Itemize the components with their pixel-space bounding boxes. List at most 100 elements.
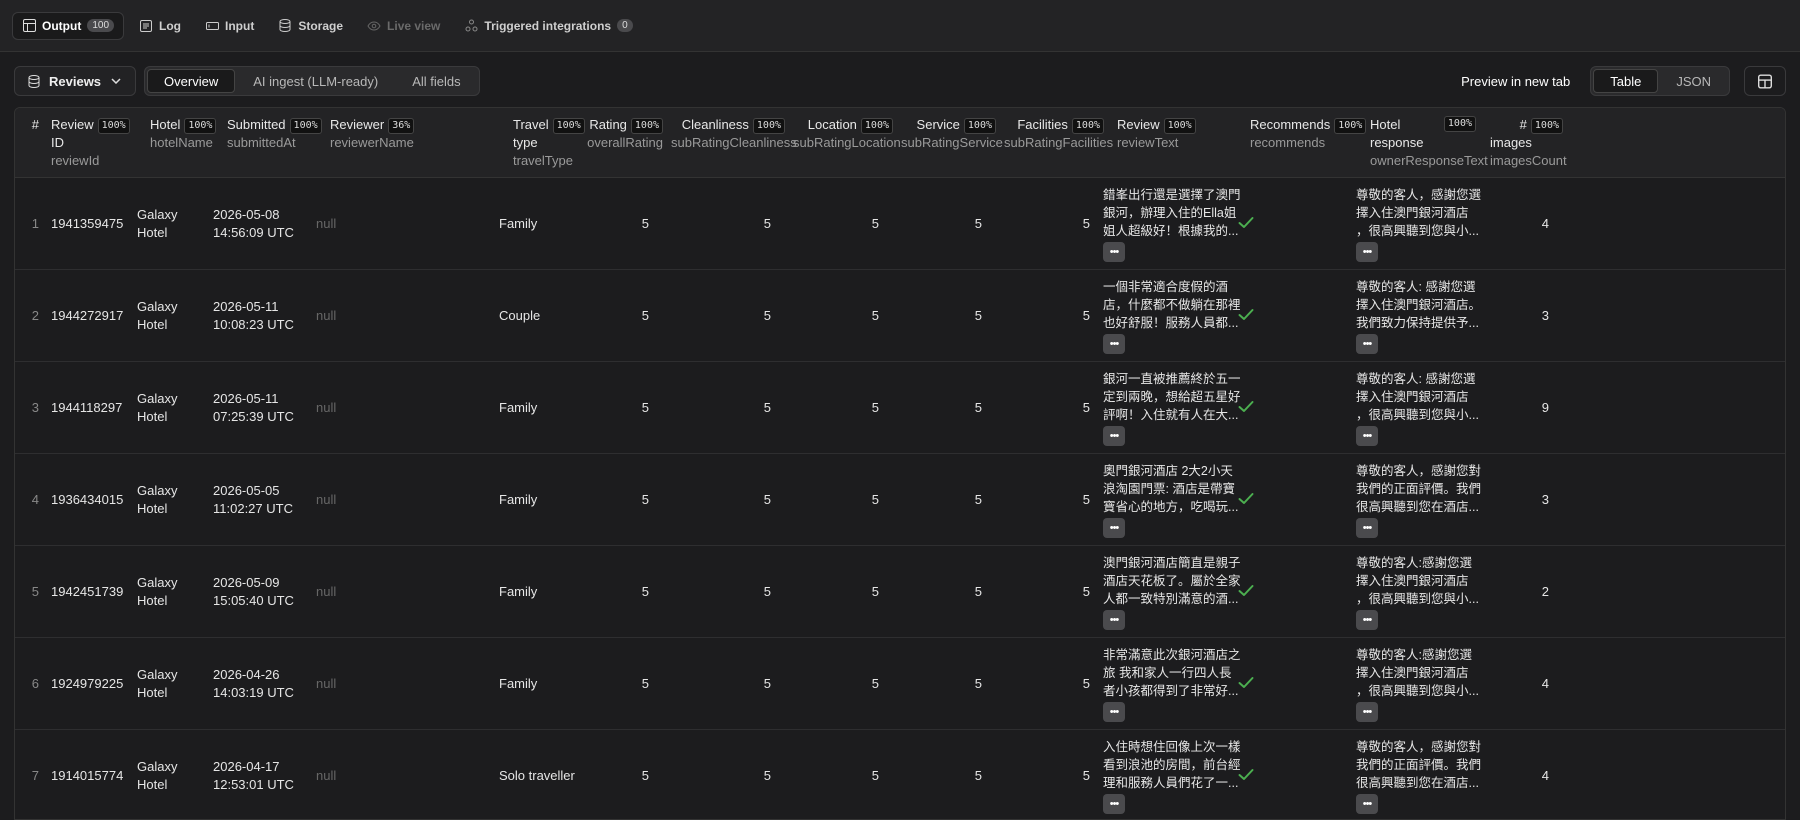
images-count: 4 [1541,767,1549,783]
column-header-reviewer[interactable]: Reviewer 36% reviewerName [330,116,415,152]
column-header-service[interactable]: Service 100% subRatingService [901,116,1003,152]
tab-storage-label: Storage [298,18,344,33]
column-header-travel-type[interactable]: Travel 100% type travelType [513,116,585,170]
tab-input[interactable]: Input [196,12,263,40]
reviewer-name: null [316,583,337,599]
images-count: 9 [1541,399,1549,415]
tab-log-label: Log [159,18,182,33]
row-index: 6 [31,675,39,691]
tab-log[interactable]: Log [130,12,190,40]
location-rating: 5 [871,307,879,323]
table-row[interactable]: 1 1941359475 Galaxy Hotel 2026-05-08 14:56:09… [15,178,1785,270]
expand-more-button[interactable]: ••• [1103,334,1125,354]
column-header-submitted[interactable]: Submitted 100% submittedAt [227,116,322,152]
expand-more-button[interactable]: ••• [1356,702,1378,722]
images-count: 4 [1541,675,1549,691]
table-row[interactable]: 2 1944272917 Galaxy Hotel 2026-05-11 10:08:23… [15,270,1785,362]
column-header-index[interactable]: # [23,116,39,134]
facilities-rating: 5 [1082,491,1090,507]
recommends-check-icon [1238,676,1254,691]
cleanliness-rating: 5 [763,583,771,599]
location-rating: 5 [871,491,879,507]
location-rating: 5 [871,399,879,415]
service-rating: 5 [974,215,982,231]
view-ai-ingest[interactable]: AI ingest (LLM-ready) [237,69,394,93]
hotel-response: 尊敬的客人，感謝您對 我們的正面評價。我們 很高興聽到您在酒店... ••• [1356,738,1496,814]
table-row[interactable]: 4 1936434015 Galaxy Hotel 2026-05-05 11:02:27… [15,454,1785,546]
travel-type: Family [499,675,538,691]
travel-type: Solo traveller [499,767,575,783]
service-rating: 5 [974,307,982,323]
more-icon: ••• [1109,430,1120,442]
tab-output[interactable]: Output 100 [12,11,125,40]
storage-icon [278,19,292,33]
view-toolbar: Reviews Overview AI ingest (LLM-ready) A… [0,52,1800,110]
service-rating: 5 [974,583,982,599]
view-overview[interactable]: Overview [147,69,236,93]
more-icon: ••• [1362,246,1373,258]
tab-triggered-integrations-label: Triggered integrations [484,18,612,33]
view-all-fields[interactable]: All fields [396,69,476,93]
review-text: 一個非常適合度假的酒 店，什麼都不做躺在那裡 也好舒服！服務人員都... ••• [1103,278,1243,354]
column-header-hotel-response[interactable]: Hotel 100% response ownerResponseText [1370,116,1488,170]
tab-live-view[interactable]: Live view [358,12,449,40]
more-icon: ••• [1362,430,1373,442]
reviewer-name: null [316,767,337,783]
expand-more-button[interactable]: ••• [1356,794,1378,814]
format-table[interactable]: Table [1593,69,1659,93]
format-json[interactable]: JSON [1660,69,1727,93]
tab-storage[interactable]: Storage [269,12,352,40]
expand-more-button[interactable]: ••• [1356,334,1378,354]
column-header-facilities[interactable]: Facilities 100% subRatingFacilities [1004,116,1113,152]
column-header-review-text[interactable]: Review 100% reviewText [1117,116,1196,152]
table-row[interactable]: 7 1914015774 Galaxy Hotel 2026-04-17 12:53:01… [15,730,1785,819]
tab-triggered-integrations[interactable]: Triggered integrations 0 [455,12,641,40]
expand-more-button[interactable]: ••• [1103,610,1125,630]
integration-icon [464,19,478,33]
table-row[interactable]: 5 1942451739 Galaxy Hotel 2026-05-09 15:05:40… [15,546,1785,638]
column-header-rating[interactable]: Rating 100% overallRating [579,116,663,152]
more-icon: ••• [1109,338,1120,350]
submitted-at: 2026-05-11 10:08:23 UTC [213,298,294,332]
reviewer-name: null [316,675,337,691]
table-row[interactable]: 6 1924979225 Galaxy Hotel 2026-04-26 14:03:19… [15,638,1785,730]
expand-more-button[interactable]: ••• [1103,518,1125,538]
expand-more-button[interactable]: ••• [1103,794,1125,814]
table-header: # Review 100% ID reviewId Hotel 100% hotelNam… [15,108,1785,178]
top-tab-bar: Output 100 Log Input Storage Live view T… [0,0,1800,52]
service-rating: 5 [974,491,982,507]
hotel-name: Galaxy Hotel [137,574,178,608]
expand-more-button[interactable]: ••• [1103,702,1125,722]
location-rating: 5 [871,583,879,599]
tab-input-label: Input [225,18,255,33]
column-header-recommends[interactable]: Recommends 100% recommends [1250,116,1367,152]
expand-more-button[interactable]: ••• [1103,242,1125,262]
reviewer-name: null [316,491,337,507]
expand-more-button[interactable]: ••• [1356,518,1378,538]
column-header-images-count[interactable]: #100% images imagesCount [1490,116,1567,170]
table-row[interactable]: 3 1944118297 Galaxy Hotel 2026-05-11 07:25:39… [15,362,1785,454]
travel-type: Family [499,491,538,507]
dataset-select[interactable]: Reviews [14,66,137,96]
review-id: 1944272917 [51,307,124,323]
expand-more-button[interactable]: ••• [1356,426,1378,446]
images-count: 3 [1541,307,1549,323]
submitted-at: 2026-04-17 12:53:01 UTC [213,758,294,792]
column-header-cleanliness[interactable]: Cleanliness 100% subRatingCleanliness [671,116,797,152]
layout-toggle-button[interactable] [1744,66,1786,96]
table-body: 1 1941359475 Galaxy Hotel 2026-05-08 14:56:09… [15,178,1785,819]
images-count: 4 [1541,215,1549,231]
recommends-check-icon [1238,308,1254,323]
row-index: 7 [31,767,39,783]
column-header-hotel[interactable]: Hotel 100% hotelName [150,116,217,152]
preview-new-tab-link[interactable]: Preview in new tab [1461,74,1570,89]
column-header-location[interactable]: Location 100% subRatingLocation [793,116,901,152]
column-header-review-id[interactable]: Review 100% ID reviewId [51,116,130,170]
recommends-check-icon [1238,216,1254,231]
location-rating: 5 [871,675,879,691]
expand-more-button[interactable]: ••• [1103,426,1125,446]
expand-more-button[interactable]: ••• [1356,610,1378,630]
service-rating: 5 [974,767,982,783]
integrations-count-badge: 0 [617,19,633,32]
expand-more-button[interactable]: ••• [1356,242,1378,262]
